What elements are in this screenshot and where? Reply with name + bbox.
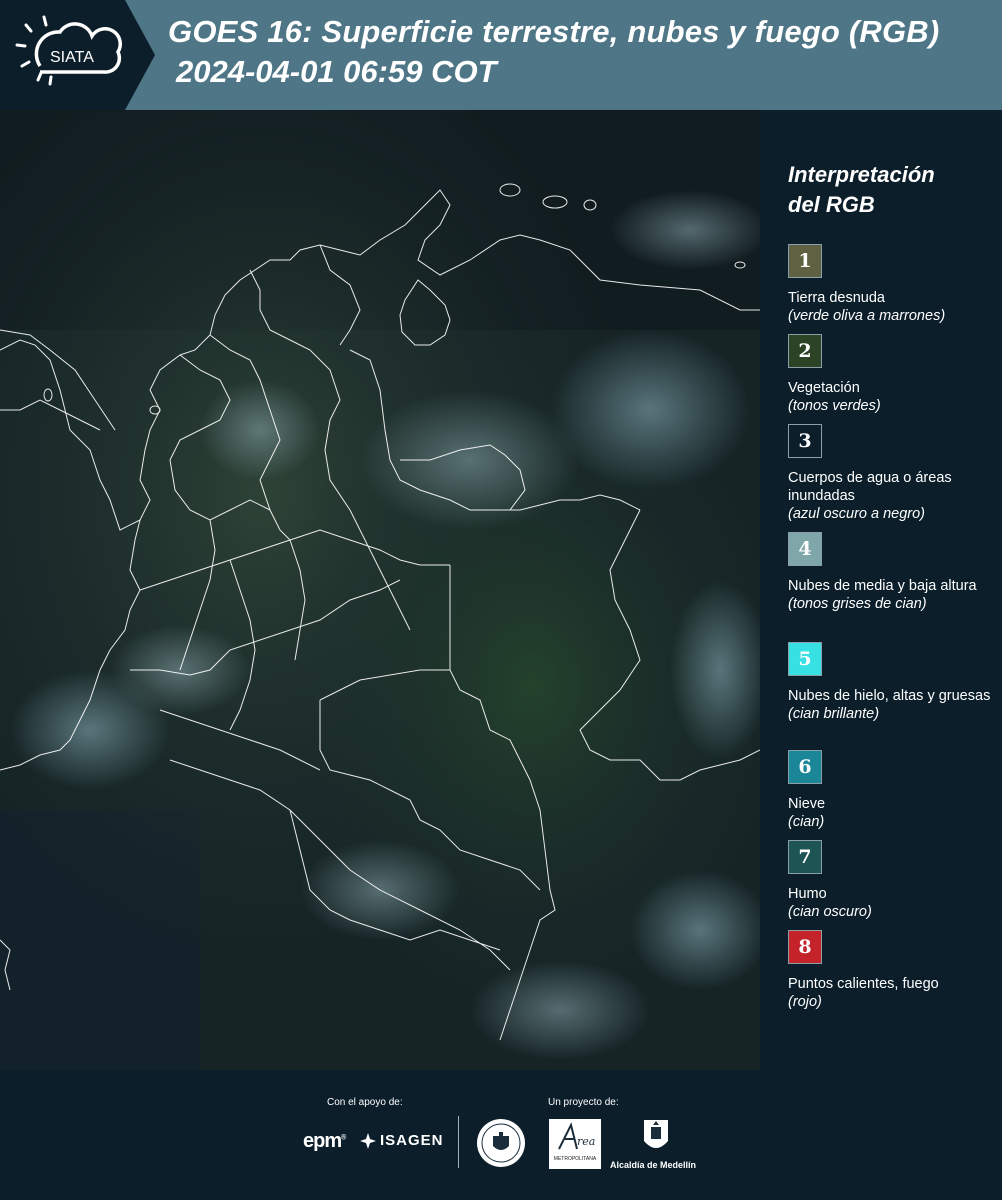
legend-label: Puntos calientes, fuego: [788, 976, 939, 992]
page-title: GOES 16: Superficie terrestre, nubes y f…: [168, 14, 940, 49]
support-label: Con el apoyo de:: [327, 1097, 403, 1108]
legend-label: Nubes de media y baja altura: [788, 578, 977, 594]
legend-title-line2: del RGB: [788, 192, 875, 217]
header: SIATA GOES 16: Superficie terrestre, nub…: [0, 0, 1002, 110]
legend-note: (cian): [788, 814, 825, 830]
legend-item: 5 Nubes de hielo, altas y gruesas (cian …: [788, 642, 993, 723]
legend-label: Tierra desnuda: [788, 290, 885, 306]
legend-label: Nubes de hielo, altas y gruesas: [788, 688, 991, 704]
legend-label: Cuerpos de agua o áreas inundadas: [788, 470, 952, 504]
epm-logo: epm®: [303, 1130, 346, 1152]
legend-note: (verde oliva a marrones): [788, 308, 946, 324]
legend-note: (rojo): [788, 994, 822, 1010]
legend-item: 7 Humo (cian oscuro): [788, 840, 993, 921]
antioquia-seal-icon: [477, 1119, 525, 1167]
legend-swatch: 1: [788, 244, 822, 278]
isagen-icon: [360, 1132, 376, 1149]
svg-text:rea: rea: [577, 1135, 595, 1148]
legend-note: (tonos verdes): [788, 398, 881, 414]
legend-item: 3 Cuerpos de agua o áreas inundadas (azu…: [788, 424, 993, 523]
legend-item: 8 Puntos calientes, fuego (rojo): [788, 930, 993, 1011]
siata-logo: SIATA: [0, 0, 155, 110]
legend-swatch: 5: [788, 642, 822, 676]
legend-note: (cian oscuro): [788, 904, 872, 920]
legend-swatch: 6: [788, 750, 822, 784]
area-metropolitana-text: METROPOLITANA: [553, 1156, 597, 1162]
legend-item: 6 Nieve (cian): [788, 750, 993, 831]
legend-item: 2 Vegetación (tonos verdes): [788, 334, 993, 415]
legend-item: 4 Nubes de media y baja altura (tonos gr…: [788, 532, 993, 613]
legend-note: (cian brillante): [788, 706, 880, 722]
legend-panel: Interpretación del RGB 1 Tierra desnuda …: [760, 110, 1002, 1070]
legend-swatch: 8: [788, 930, 822, 964]
legend-swatch: 2: [788, 334, 822, 368]
legend-swatch: 7: [788, 840, 822, 874]
medellin-shield-icon: [644, 1120, 668, 1148]
siata-logo-text: SIATA: [50, 49, 94, 66]
legend-swatch: 4: [788, 532, 822, 566]
medellin-label: Alcaldía de Medellín: [610, 1160, 697, 1170]
footer-divider: [458, 1116, 459, 1168]
legend-swatch: 3: [788, 424, 822, 458]
legend-note: (azul oscuro a negro): [788, 506, 926, 522]
timestamp: 2024-04-01 06:59 COT: [176, 54, 497, 89]
area-metropolitana-icon: rea: [558, 1122, 595, 1150]
isagen-logo: ISAGEN: [360, 1132, 444, 1149]
footer: Con el apoyo de: Un proyecto de: epm® IS…: [0, 1070, 1002, 1200]
legend-item: 1 Tierra desnuda (verde oliva a marrones…: [788, 244, 993, 325]
project-label: Un proyecto de:: [548, 1097, 619, 1108]
satellite-map: [0, 110, 760, 1070]
legend-title: Interpretación del RGB: [788, 160, 988, 220]
legend-label: Vegetación: [788, 380, 860, 396]
legend-label: Nieve: [788, 796, 826, 812]
legend-note: (tonos grises de cian): [788, 596, 927, 612]
legend-label: Humo: [788, 886, 827, 902]
legend-title-line1: Interpretación: [788, 162, 935, 187]
